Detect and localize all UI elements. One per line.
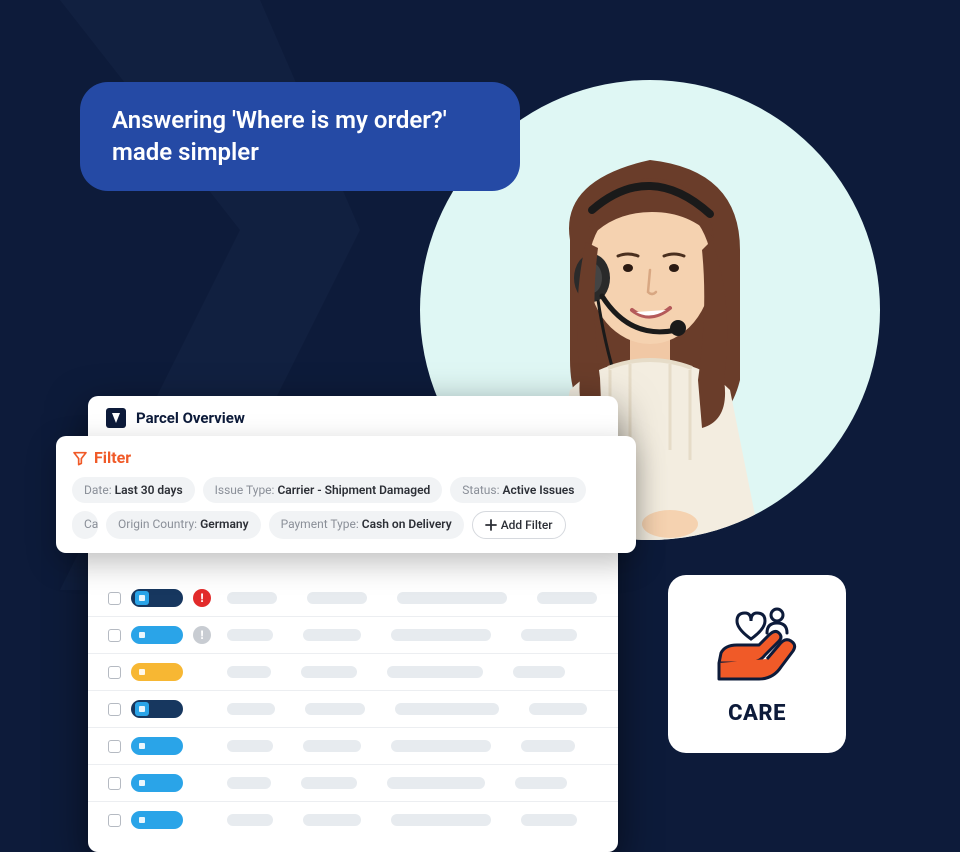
status-badge <box>131 811 183 829</box>
skeleton-cell <box>387 777 485 789</box>
parcel-overview-panel: Parcel Overview Filter Date: Last 30 day… <box>88 396 618 852</box>
table-row[interactable]: ! <box>88 580 618 616</box>
row-checkbox[interactable] <box>108 592 121 605</box>
skeleton-cell <box>391 740 491 752</box>
skeleton-cell <box>521 814 577 826</box>
table-row[interactable] <box>88 764 618 801</box>
alert-danger-icon: ! <box>193 589 211 607</box>
skeleton-cell <box>391 629 491 641</box>
panel-logo-icon <box>106 408 126 428</box>
skeleton-cell <box>227 629 273 641</box>
skeleton-cell <box>227 666 271 678</box>
table-row[interactable]: ! <box>88 616 618 653</box>
skeleton-cell <box>305 703 365 715</box>
skeleton-cell <box>301 777 357 789</box>
care-icon <box>707 603 807 693</box>
skeleton-cell <box>303 740 361 752</box>
filter-card: Filter Date: Last 30 days Issue Type: Ca… <box>56 436 636 553</box>
skeleton-cell <box>227 592 277 604</box>
skeleton-cell <box>387 666 483 678</box>
row-checkbox[interactable] <box>108 740 121 753</box>
skeleton-cell <box>391 814 491 826</box>
skeleton-cell <box>301 666 357 678</box>
badge-icon <box>135 665 149 679</box>
skeleton-cell <box>513 666 565 678</box>
skeleton-cell <box>303 814 361 826</box>
badge-icon <box>135 776 149 790</box>
skeleton-cell <box>537 592 597 604</box>
filter-chip[interactable]: Origin Country: Germany <box>106 511 261 539</box>
skeleton-cell <box>227 740 273 752</box>
badge-icon <box>135 591 149 605</box>
status-badge <box>131 663 183 681</box>
status-badge <box>131 626 183 644</box>
status-badge <box>131 589 183 607</box>
filter-chip[interactable]: Status: Active Issues <box>450 477 586 503</box>
filter-label-text: Filter <box>94 448 131 467</box>
panel-title: Parcel Overview <box>136 409 245 427</box>
row-checkbox[interactable] <box>108 666 121 679</box>
row-checkbox[interactable] <box>108 629 121 642</box>
headline-text: Answering 'Where is my order?' made simp… <box>112 106 447 166</box>
badge-icon <box>135 813 149 827</box>
parcel-table: !! <box>88 580 618 852</box>
status-badge <box>131 774 183 792</box>
plus-icon <box>485 519 497 531</box>
filter-heading: Filter <box>72 448 620 467</box>
filter-chip[interactable]: Date: Last 30 days <box>72 477 195 503</box>
care-label: CARE <box>728 701 786 726</box>
add-filter-button[interactable]: Add Filter <box>472 511 566 539</box>
table-row[interactable] <box>88 653 618 690</box>
filter-chip-partial[interactable]: Ca <box>72 511 98 539</box>
alert-muted-icon: ! <box>193 626 211 644</box>
filter-chip[interactable]: Issue Type: Carrier - Shipment Damaged <box>203 477 443 503</box>
status-badge <box>131 737 183 755</box>
table-row[interactable] <box>88 727 618 764</box>
badge-icon <box>135 628 149 642</box>
panel-header: Parcel Overview <box>88 396 618 438</box>
skeleton-cell <box>307 592 367 604</box>
filter-chip-row: Date: Last 30 days Issue Type: Carrier -… <box>72 477 620 539</box>
skeleton-cell <box>397 592 507 604</box>
add-filter-label: Add Filter <box>501 518 553 532</box>
headline-pill: Answering 'Where is my order?' made simp… <box>80 82 520 191</box>
row-checkbox[interactable] <box>108 777 121 790</box>
badge-icon <box>135 702 149 716</box>
filter-icon <box>72 450 88 466</box>
skeleton-cell <box>521 740 575 752</box>
filter-chip[interactable]: Payment Type: Cash on Delivery <box>269 511 464 539</box>
table-row[interactable] <box>88 690 618 727</box>
skeleton-cell <box>521 629 577 641</box>
table-row[interactable] <box>88 801 618 838</box>
status-badge <box>131 700 183 718</box>
badge-icon <box>135 739 149 753</box>
care-card: CARE <box>668 575 846 753</box>
skeleton-cell <box>515 777 567 789</box>
skeleton-cell <box>395 703 499 715</box>
skeleton-cell <box>303 629 361 641</box>
skeleton-cell <box>227 703 275 715</box>
row-checkbox[interactable] <box>108 814 121 827</box>
row-checkbox[interactable] <box>108 703 121 716</box>
skeleton-cell <box>227 814 273 826</box>
skeleton-cell <box>227 777 271 789</box>
skeleton-cell <box>529 703 587 715</box>
